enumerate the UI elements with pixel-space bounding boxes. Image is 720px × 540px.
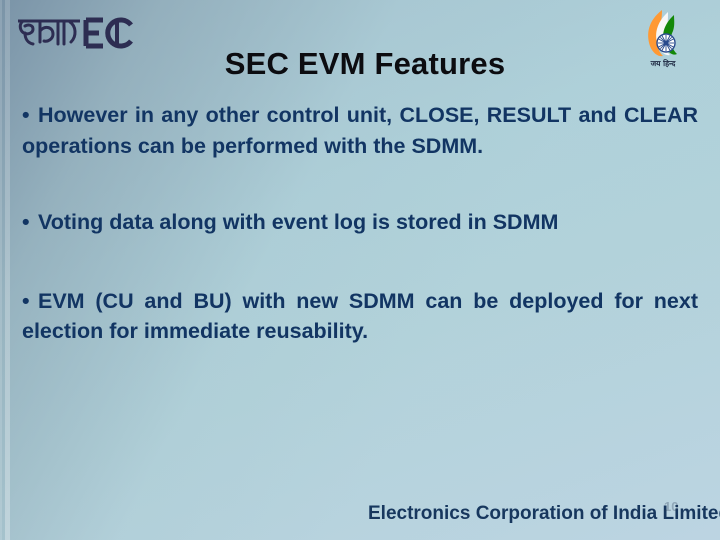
bullet-item: • Voting data along with event log is sto… (22, 207, 698, 238)
presentation-slide: जय हिन्द SEC EVM Features • However in an… (0, 0, 720, 540)
bullet-item: • EVM (CU and BU) with new SDMM can be de… (22, 286, 698, 347)
slide-frame-band (5, 0, 10, 540)
bullet-item: • However in any other control unit, CLOS… (22, 100, 698, 161)
ecil-logo (14, 13, 136, 53)
jai-hind-emblem: जय हिन्द (632, 8, 694, 70)
bullet-marker: • (22, 210, 30, 235)
footer-company-name: Electronics Corporation of India Limited (368, 503, 720, 524)
bullet-marker: • (22, 288, 30, 313)
page-title: SEC EVM Features (224, 46, 506, 81)
bullet-text: Voting data along with event log is stor… (38, 210, 559, 235)
slide-body: • However in any other control unit, CLOS… (22, 100, 698, 347)
bullet-text: However in any other control unit, CLOSE… (22, 103, 698, 158)
bullet-marker: • (22, 103, 30, 127)
bullet-text: EVM (CU and BU) with new SDMM can be dep… (22, 288, 698, 344)
slide-number: 10 (664, 499, 679, 514)
slide-frame-edge (0, 0, 2, 540)
jai-hind-caption: जय हिन्द (650, 59, 677, 68)
